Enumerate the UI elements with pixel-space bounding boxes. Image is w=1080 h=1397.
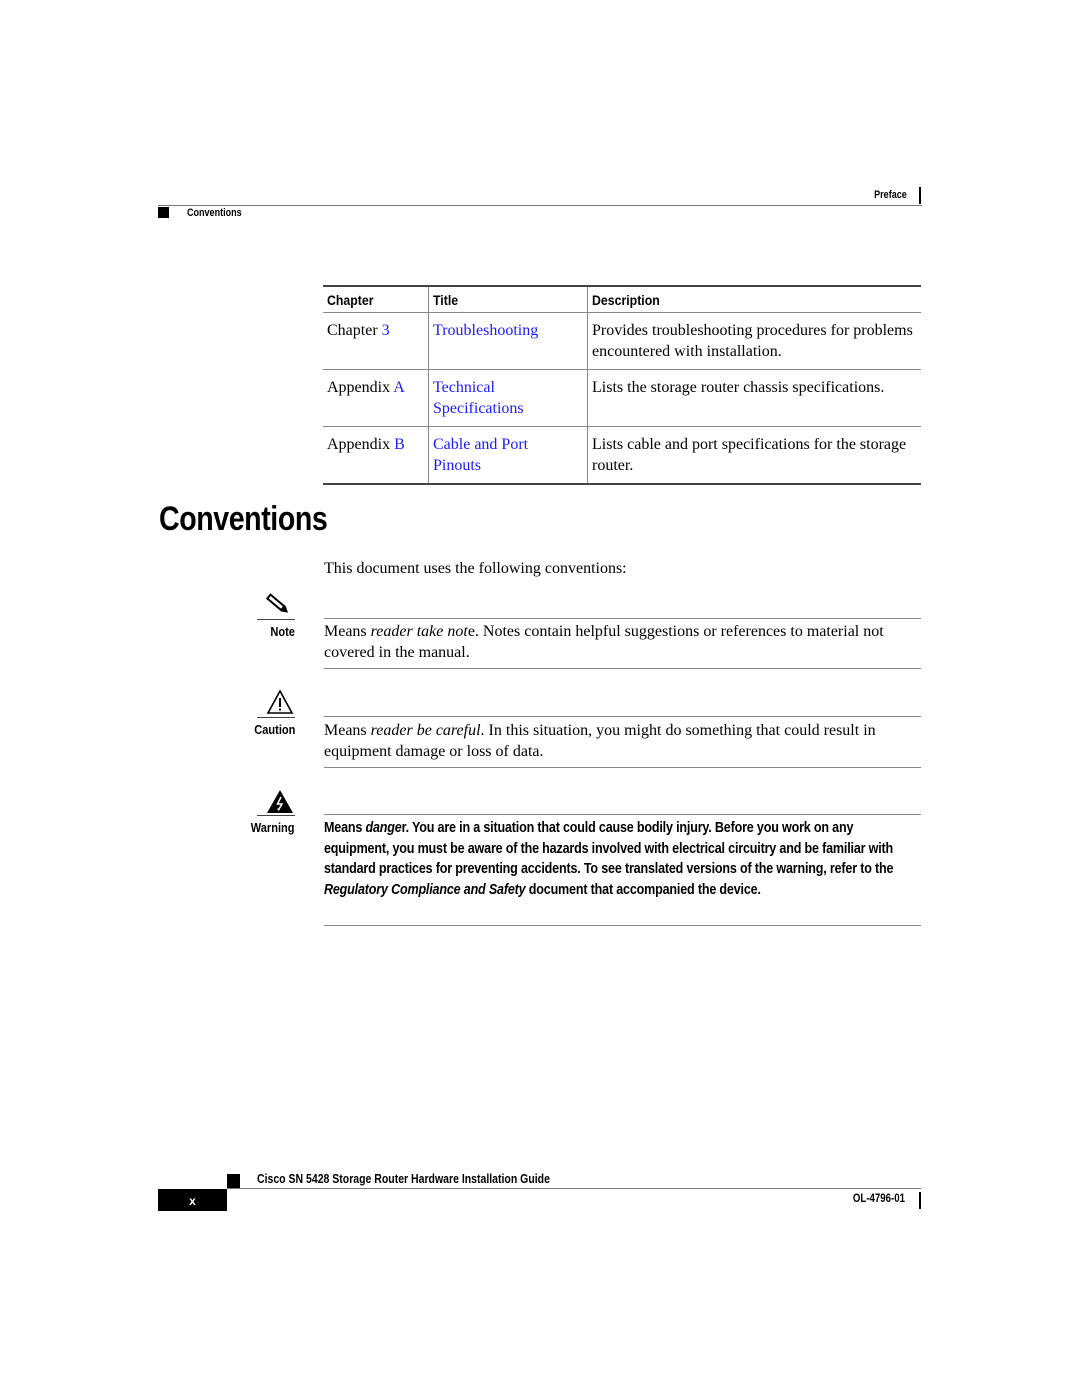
intro-text: This document uses the following convent…	[324, 560, 627, 577]
caution-label: Caution	[253, 722, 295, 737]
description-cell: Lists the storage router chassis specifi…	[587, 369, 921, 427]
caution-triangle-icon	[266, 689, 294, 714]
chapter-label: Appendix	[327, 379, 394, 396]
title-cell: Technical Specifications	[428, 369, 588, 427]
running-header-chapter: Preface	[874, 189, 907, 201]
caution-text: Means reader be careful. In this situati…	[324, 722, 876, 760]
warning-text: Means danger. You are in a situation tha…	[324, 820, 894, 898]
warning-top-rule	[324, 814, 921, 815]
column-header-title: Title	[428, 285, 588, 313]
footer-doc-number: OL-4796-01	[852, 1193, 905, 1205]
caution-bottom-rule	[324, 767, 921, 768]
title-link[interactable]: Cable and Port Pinouts	[433, 436, 528, 474]
table-row: Chapter 3 Troubleshooting Provides troub…	[323, 312, 921, 370]
table-header-row: Chapter Title Description	[323, 285, 921, 313]
note-top-rule	[324, 618, 921, 619]
chapter-cell: Chapter 3	[323, 312, 429, 370]
section-heading: Conventions	[159, 500, 328, 538]
column-header-description: Description	[587, 285, 921, 313]
title-link[interactable]: Troubleshooting	[433, 322, 538, 339]
chapter-cell: Appendix A	[323, 369, 429, 427]
footer-square-marker	[227, 1174, 240, 1188]
title-link[interactable]: Technical Specifications	[433, 379, 524, 417]
footer-bar-marker	[919, 1192, 921, 1209]
header-bar-marker	[919, 187, 921, 204]
warning-label: Warning	[251, 820, 295, 835]
caution-top-rule	[324, 716, 921, 717]
chapter-cell: Appendix B	[323, 426, 429, 485]
warning-icon-rule	[257, 815, 295, 816]
pencil-note-icon	[265, 593, 289, 613]
warning-bottom-rule	[324, 925, 921, 926]
note-icon-rule	[257, 619, 295, 620]
description-cell: Lists cable and port specifications for …	[587, 426, 921, 485]
running-header-section: Conventions	[187, 207, 242, 219]
footer-page-number: x	[158, 1189, 227, 1211]
chapter-label: Appendix	[327, 436, 395, 453]
description-cell: Provides troubleshooting procedures for …	[587, 312, 921, 370]
caution-icon-rule	[257, 717, 295, 718]
title-cell: Cable and Port Pinouts	[428, 426, 588, 485]
table-row: Appendix A Technical Specifications Lists…	[323, 369, 921, 427]
header-rule	[158, 205, 922, 206]
note-text: Means reader take note. Notes contain he…	[324, 623, 884, 661]
note-bottom-rule	[324, 668, 921, 669]
chapter-label: Chapter	[327, 322, 382, 339]
table-row: Appendix B Cable and Port Pinouts Lists c…	[323, 426, 921, 485]
title-cell: Troubleshooting	[428, 312, 588, 370]
chapter-table: Chapter Title Description Chapter 3 Trou…	[323, 285, 921, 485]
footer-rule	[227, 1188, 921, 1189]
chapter-link[interactable]: 3	[382, 322, 390, 339]
appendix-link[interactable]: A	[393, 379, 405, 396]
electrical-hazard-icon	[267, 790, 293, 813]
note-label: Note	[270, 624, 295, 639]
header-square-marker	[158, 207, 169, 218]
appendix-link[interactable]: B	[394, 436, 405, 453]
footer-guide-title: Cisco SN 5428 Storage Router Hardware In…	[257, 1172, 550, 1186]
column-header-chapter: Chapter	[323, 285, 429, 313]
